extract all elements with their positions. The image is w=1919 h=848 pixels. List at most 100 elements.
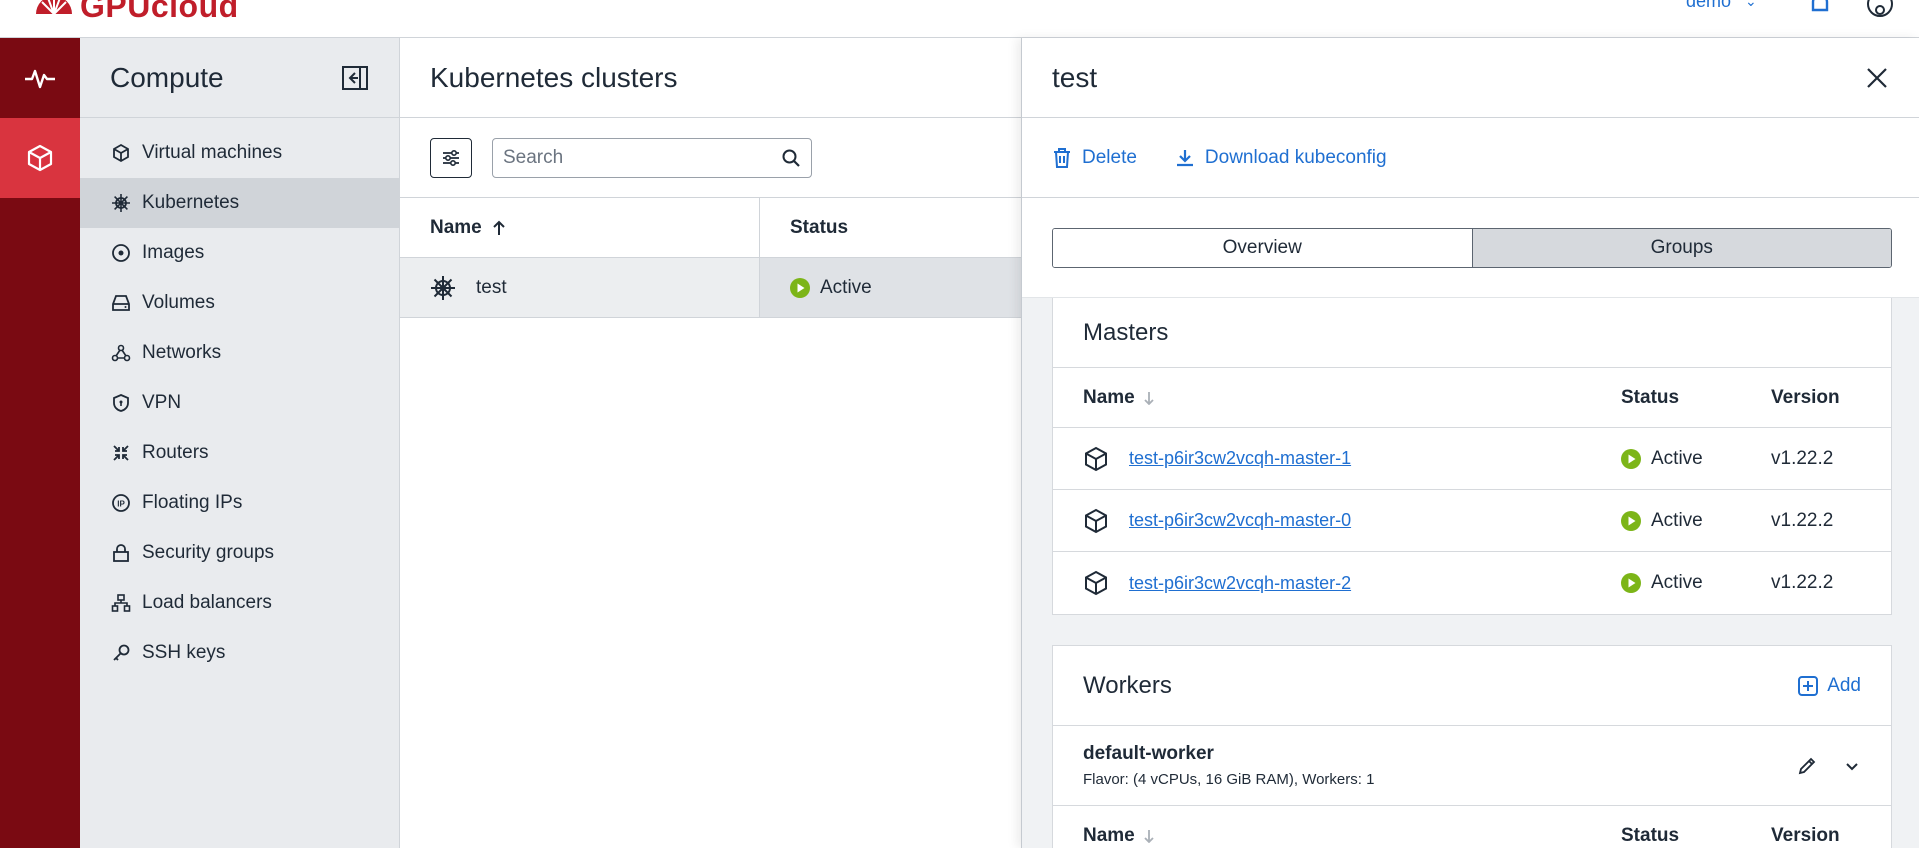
sidebar-item-kubernetes[interactable]: Kubernetes (80, 178, 399, 228)
cluster-status-cell: Active (760, 258, 1021, 317)
cube-icon (1085, 508, 1107, 533)
active-status-icon (790, 277, 810, 298)
column-status-header[interactable]: Status (760, 198, 848, 257)
panel-title: test (1052, 61, 1098, 93)
sidebar-item-volumes[interactable]: Volumes (80, 278, 399, 328)
helm-icon (110, 192, 132, 214)
search-box (492, 137, 812, 178)
sidebar-item-label: Routers (142, 442, 209, 463)
download-kubeconfig-button[interactable]: Download kubeconfig (1175, 147, 1387, 169)
chevron-down-icon: ⌄ (1745, 0, 1757, 9)
cube-icon (1085, 570, 1107, 596)
floating-ip-icon: IP (110, 492, 132, 514)
sidebar-item-ssh-keys[interactable]: SSH keys (80, 628, 399, 678)
table-row: test-p6ir3cw2vcqh-master-1 Active v1.22.… (1053, 428, 1891, 490)
column-name-header[interactable]: Name (1083, 825, 1621, 847)
rail-item-compute[interactable] (0, 118, 80, 198)
column-status-header[interactable]: Status (1621, 825, 1771, 847)
cube-icon (27, 144, 53, 172)
cube-icon (1085, 446, 1107, 471)
cluster-status: Active (820, 276, 872, 298)
user-name: demo (1686, 0, 1732, 11)
node-status-cell: Active (1621, 572, 1771, 594)
masters-table-header: Name Status Version (1053, 368, 1891, 428)
column-name-header[interactable]: Name (400, 198, 760, 257)
cluster-name: test (476, 276, 507, 298)
sidebar-item-load-balancers[interactable]: Load balancers (80, 578, 399, 628)
search-input[interactable] (503, 146, 763, 169)
sidebar-item-security-groups[interactable]: Security groups (80, 528, 399, 578)
network-icon (110, 342, 132, 364)
active-status-icon (1621, 448, 1641, 469)
column-version-header[interactable]: Version (1771, 387, 1891, 409)
masters-card: Masters Name Status Version test-p6ir3cw… (1052, 298, 1892, 615)
sidebar-item-label: Images (142, 242, 205, 263)
node-status-cell: Active (1621, 510, 1771, 532)
sidebar-item-images[interactable]: Images (80, 228, 399, 278)
disc-icon (110, 242, 132, 264)
column-version-header[interactable]: Version (1771, 825, 1891, 847)
cluster-detail-panel: test Delete Download kubeconfig Overview… (1021, 38, 1919, 848)
clusters-toolbar (400, 118, 1021, 198)
node-version: v1.22.2 (1771, 447, 1834, 469)
sidebar-item-floating-ips[interactable]: IP Floating IPs (80, 478, 399, 528)
delete-button[interactable]: Delete (1052, 147, 1137, 169)
node-link[interactable]: test-p6ir3cw2vcqh-master-0 (1129, 510, 1351, 531)
table-row: test-p6ir3cw2vcqh-master-0 Active v1.22.… (1053, 490, 1891, 552)
sidebar-nav: Virtual machines Kubernetes Images Volum… (80, 118, 399, 678)
column-status-header[interactable]: Status (1621, 387, 1771, 409)
masters-title: Masters (1083, 318, 1169, 346)
workers-header: Workers Add (1053, 646, 1891, 726)
add-worker-group-button[interactable]: Add (1797, 675, 1861, 697)
panel-header: test (1022, 38, 1919, 118)
table-row[interactable]: test Active (400, 258, 1021, 318)
sidebar-item-label: Floating IPs (142, 492, 243, 513)
chevron-down-icon[interactable] (1843, 757, 1861, 775)
helm-icon (431, 275, 455, 300)
worker-group-actions (1797, 756, 1861, 776)
workers-title: Workers (1083, 671, 1172, 699)
cube-icon (110, 142, 132, 164)
active-status-icon (1621, 510, 1641, 531)
clusters-main: Kubernetes clusters Name Status (400, 38, 1021, 848)
sidebar-item-routers[interactable]: Routers (80, 428, 399, 478)
bell-icon[interactable] (1806, 0, 1834, 18)
groups-content: Masters Name Status Version test-p6ir3cw… (1022, 298, 1919, 848)
load-balancer-icon (110, 592, 132, 614)
active-status-icon (1621, 573, 1641, 593)
account-icon[interactable] (1866, 0, 1894, 18)
edit-icon[interactable] (1797, 756, 1817, 776)
sidebar-header: Compute (80, 38, 399, 118)
sidebar-item-virtual-machines[interactable]: Virtual machines (80, 128, 399, 178)
node-name-cell: test-p6ir3cw2vcqh-master-0 (1083, 508, 1621, 534)
tab-overview[interactable]: Overview (1053, 229, 1472, 267)
sidebar-title: Compute (110, 61, 224, 93)
collapse-sidebar-icon[interactable] (341, 64, 369, 92)
svg-text:IP: IP (117, 500, 125, 509)
node-link[interactable]: test-p6ir3cw2vcqh-master-2 (1129, 573, 1351, 594)
panel-tabs-container: Overview Groups (1022, 198, 1919, 298)
tab-groups[interactable]: Groups (1471, 229, 1891, 267)
brand-logo[interactable]: GPUcloud (34, 0, 239, 25)
user-menu[interactable]: demo ⌄ (1686, 0, 1757, 12)
sidebar-item-label: VPN (142, 392, 182, 413)
sidebar-item-vpn[interactable]: VPN (80, 378, 399, 428)
search-icon[interactable] (781, 148, 801, 168)
sidebar-item-label: Security groups (142, 542, 275, 563)
logo-icon (36, 0, 72, 15)
drive-icon (110, 292, 132, 314)
download-icon (1176, 149, 1193, 166)
sidebar-item-networks[interactable]: Networks (80, 328, 399, 378)
node-link[interactable]: test-p6ir3cw2vcqh-master-1 (1129, 448, 1351, 469)
node-version: v1.22.2 (1771, 572, 1834, 593)
lock-icon (110, 542, 132, 564)
rail-item-monitoring[interactable] (0, 38, 80, 118)
close-icon[interactable] (1865, 66, 1889, 90)
page-title: Kubernetes clusters (430, 61, 678, 93)
top-bar: GPUcloud demo ⌄ (0, 0, 1919, 38)
sliders-icon (443, 149, 459, 166)
column-name-header[interactable]: Name (1083, 387, 1621, 409)
filter-button[interactable] (430, 137, 472, 178)
key-icon (110, 642, 132, 664)
activity-icon (25, 69, 55, 89)
